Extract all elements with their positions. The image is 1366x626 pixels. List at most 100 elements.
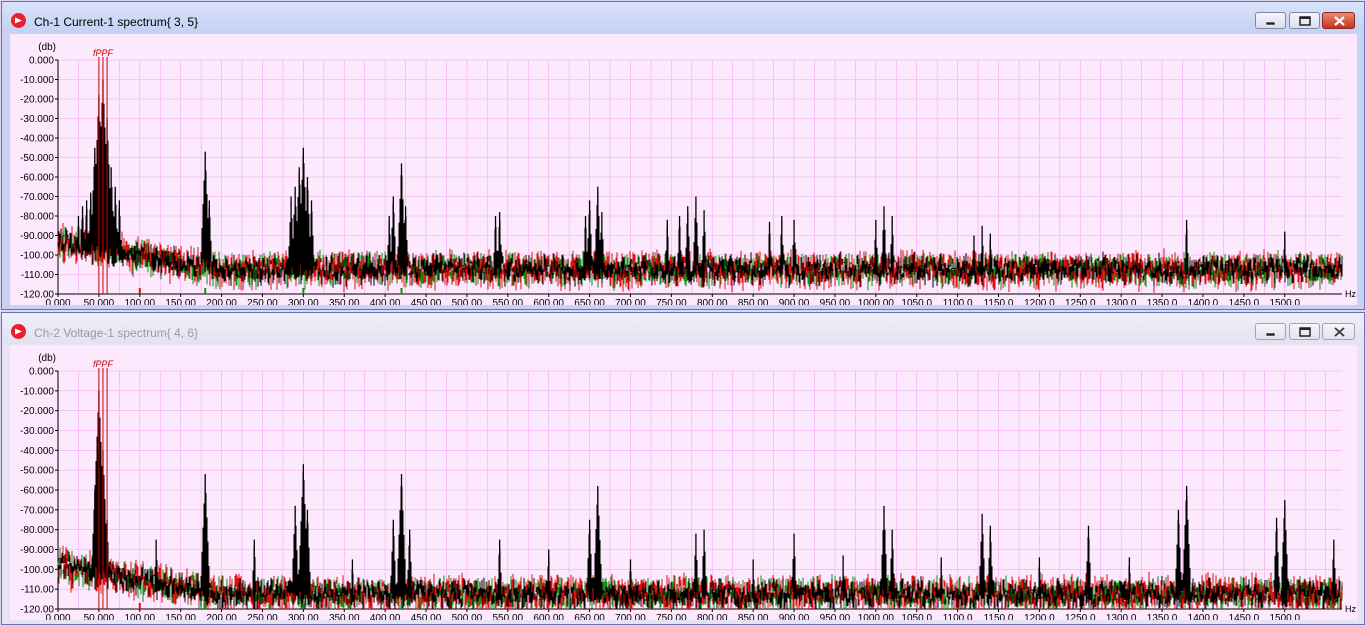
- y-tick-label: 0.000: [29, 367, 54, 378]
- fppf-marker-label: fPPF: [93, 359, 114, 369]
- y-tick-label: -110.00: [21, 270, 55, 281]
- minimize-button[interactable]: [1255, 12, 1286, 29]
- x-tick-label: 1050.0: [901, 298, 932, 305]
- y-tick-label: -100.00: [20, 565, 54, 576]
- x-tick-label: 450.00: [411, 298, 442, 305]
- app-icon[interactable]: [11, 13, 26, 28]
- x-tick-label: 850.00: [738, 298, 769, 305]
- maximize-button[interactable]: [1289, 323, 1320, 340]
- x-tick-label: 900.00: [779, 298, 810, 305]
- x-tick-label: 300.00: [288, 613, 319, 620]
- maximize-button[interactable]: [1289, 12, 1320, 29]
- x-tick-label: 900.00: [779, 613, 810, 620]
- x-tick-label: 1100.0: [943, 613, 973, 620]
- series-red-trace: [57, 80, 1343, 293]
- y-tick-label: -50.000: [20, 153, 54, 164]
- x-tick-label: 250.00: [247, 298, 278, 305]
- x-tick-label: 150.00: [165, 298, 196, 305]
- y-tick-label: -80.000: [20, 525, 54, 536]
- x-tick-label: 1200.0: [1024, 613, 1055, 620]
- x-tick-label: 0.000: [45, 613, 70, 620]
- y-tick-label: -90.000: [20, 231, 54, 242]
- x-tick-label: 600.00: [533, 613, 564, 620]
- x-tick-label: 400.00: [370, 298, 401, 305]
- x-tick-label: 300.00: [288, 298, 319, 305]
- x-tick-label: 350.00: [329, 613, 360, 620]
- x-tick-label: 350.00: [329, 298, 360, 305]
- maximize-icon: [1299, 327, 1311, 337]
- x-tick-label: 650.00: [574, 613, 605, 620]
- y-tick-label: -10.000: [20, 75, 54, 86]
- y-tick-label: -20.000: [20, 95, 54, 106]
- app-icon[interactable]: [11, 324, 26, 339]
- y-tick-label: -70.000: [20, 192, 54, 203]
- x-tick-label: 150.00: [165, 613, 196, 620]
- x-tick-label: 950.00: [820, 298, 851, 305]
- x-tick-label: 750.00: [656, 613, 687, 620]
- y-tick-label: -40.000: [20, 446, 54, 457]
- y-tick-label: -60.000: [20, 173, 54, 184]
- x-tick-label: 1250.0: [1065, 613, 1096, 620]
- window-titlebar[interactable]: Ch-2 Voltage-1 spectrum{ 4, 6}: [2, 313, 1364, 344]
- plot-area: 0.000 -10.000 -20.000 -30.000 -40.000 -50.000…: [10, 34, 1357, 305]
- x-tick-label: 200.00: [206, 613, 237, 620]
- x-tick-label: 250.00: [247, 613, 278, 620]
- y-axis-label: (db): [38, 353, 56, 364]
- x-tick-label: 1150.0: [984, 613, 1014, 620]
- minimize-icon: [1265, 21, 1276, 26]
- x-tick-label: 550.00: [493, 613, 524, 620]
- y-tick-label: -30.000: [20, 426, 54, 437]
- y-tick-label: -30.000: [20, 114, 54, 125]
- x-tick-label: 500.00: [452, 613, 483, 620]
- x-tick-label: 100.00: [124, 298, 155, 305]
- spectrum-chart-ch2[interactable]: 0.000 -10.000 -20.000 -30.000 -40.000 -50.000…: [10, 345, 1357, 620]
- y-tick-label: -110.00: [21, 585, 55, 596]
- x-tick-label: 200.00: [206, 298, 237, 305]
- y-tick-label: -40.000: [20, 134, 54, 145]
- y-axis-label: (db): [38, 42, 56, 53]
- x-tick-label: 1050.0: [901, 613, 932, 620]
- minimize-icon: [1265, 332, 1276, 337]
- x-tick-label: 600.00: [533, 298, 564, 305]
- y-tick-label: -50.000: [20, 466, 54, 477]
- peak-marks: [94, 390, 1335, 600]
- x-tick-label: 100.00: [124, 613, 155, 620]
- x-tick-label: 1450.0: [1229, 298, 1260, 305]
- x-tick-label: 1450.0: [1229, 613, 1260, 620]
- window-title: Ch-2 Voltage-1 spectrum{ 4, 6}: [34, 326, 199, 340]
- y-tick-label: -60.000: [20, 486, 54, 497]
- plot-area: 0.000 -10.000 -20.000 -30.000 -40.000 -50.000…: [10, 345, 1357, 620]
- x-tick-label: 650.00: [574, 298, 605, 305]
- x-tick-label: 500.00: [452, 298, 483, 305]
- series-red-trace: [57, 393, 1343, 609]
- window-titlebar[interactable]: Ch-1 Current-1 spectrum{ 3, 5}: [2, 2, 1364, 33]
- x-tick-label: 800.00: [697, 298, 728, 305]
- x-unit-label: Hz: [1345, 604, 1356, 614]
- x-tick-label: 700.00: [615, 613, 646, 620]
- x-tick-label: 0.000: [45, 298, 70, 305]
- x-tick-label: 400.00: [370, 613, 401, 620]
- fppf-marker-label: fPPF: [93, 48, 114, 58]
- spectrum-window-ch2: Ch-2 Voltage-1 spectrum{ 4, 6} 0.000 -10.…: [1, 312, 1365, 625]
- close-icon: [1334, 16, 1345, 26]
- x-tick-label: 1300.0: [1106, 613, 1137, 620]
- y-tick-label: -80.000: [20, 212, 54, 223]
- close-icon: [1334, 327, 1345, 337]
- y-tick-label: -100.00: [20, 251, 54, 262]
- close-button[interactable]: [1322, 323, 1355, 340]
- minimize-button[interactable]: [1255, 323, 1286, 340]
- x-tick-label: 1000.00: [858, 613, 895, 620]
- x-tick-label: 1400.0: [1188, 613, 1219, 620]
- spectrum-chart-ch1[interactable]: 0.000 -10.000 -20.000 -30.000 -40.000 -50.000…: [10, 34, 1357, 305]
- x-tick-label: 1350.0: [1147, 298, 1178, 305]
- y-tick-label: -10.000: [20, 386, 54, 397]
- window-title: Ch-1 Current-1 spectrum{ 3, 5}: [34, 15, 199, 29]
- x-tick-label: 550.00: [493, 298, 524, 305]
- x-tick-label: 1000.00: [858, 298, 895, 305]
- close-button[interactable]: [1322, 12, 1355, 29]
- x-unit-label: Hz: [1345, 289, 1356, 299]
- x-tick-label: 1100.0: [943, 298, 973, 305]
- x-tick-label: 850.00: [738, 613, 769, 620]
- y-tick-label: 0.000: [29, 56, 54, 67]
- maximize-icon: [1299, 16, 1311, 26]
